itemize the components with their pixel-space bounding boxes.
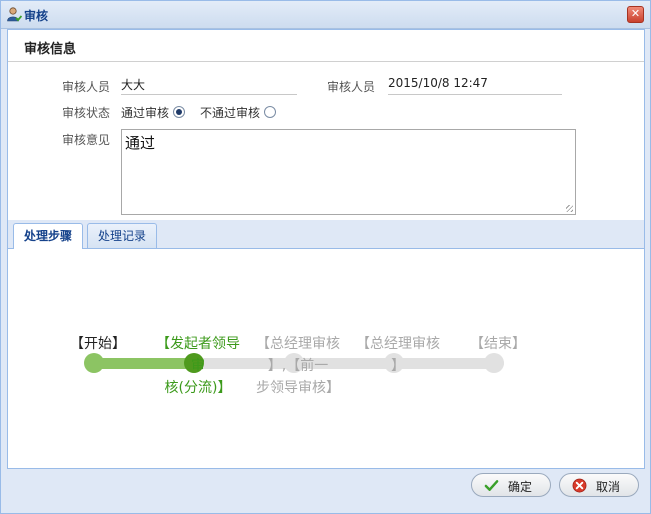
close-button[interactable]: ✕ xyxy=(627,6,644,23)
workflow-node-4[interactable] xyxy=(484,353,504,373)
radio-selected-icon[interactable] xyxy=(172,106,185,118)
audit-time-label: 审核人员 xyxy=(327,80,376,94)
radio-unselected-icon[interactable] xyxy=(263,106,276,118)
tab-steps-label: 处理步骤 xyxy=(24,229,73,243)
opinion-label: 审核意见 xyxy=(62,133,111,147)
cancel-label: 取消 xyxy=(596,480,621,494)
workflow-step-label-3: 【总经理审核】 xyxy=(356,336,440,374)
check-icon xyxy=(484,480,499,491)
dialog-footer: 确定 取消 xyxy=(7,468,643,512)
cancel-icon xyxy=(572,478,587,493)
status-fail-label: 不通过审核 xyxy=(200,106,261,120)
section-header: 审核信息 xyxy=(8,30,644,62)
auditor-field[interactable]: 大大 xyxy=(121,76,297,95)
workflow-node-0[interactable] xyxy=(84,353,104,373)
status-radio-fail[interactable]: 不通过审核 xyxy=(200,104,276,121)
close-icon: ✕ xyxy=(630,7,641,20)
section-title: 审核信息 xyxy=(24,42,77,57)
confirm-button[interactable]: 确定 xyxy=(471,473,551,497)
confirm-label: 确定 xyxy=(508,480,533,494)
audit-dialog: 审核 ✕ 审核信息 审核人员 大大 审核人员 2015/10/8 12:47 审… xyxy=(0,0,651,514)
workflow-step-label-2: 【总经理审核 】,【前一 步领导审核】 xyxy=(256,336,340,396)
auditor-value: 大大 xyxy=(121,78,146,92)
audit-form: 审核人员 大大 审核人员 2015/10/8 12:47 审核状态 通过审核 不… xyxy=(8,62,644,220)
tab-steps[interactable]: 处理步骤 xyxy=(13,223,84,249)
resize-grip-icon[interactable] xyxy=(566,205,573,212)
workflow-step-label-1: 【发起者领导审 核(分流)】 xyxy=(156,336,240,396)
status-radio-pass[interactable]: 通过审核 xyxy=(121,104,185,121)
audit-time-field[interactable]: 2015/10/8 12:47 xyxy=(388,76,562,95)
tab-bar: 处理步骤 处理记录 xyxy=(8,220,644,249)
status-pass-label: 通过审核 xyxy=(121,106,170,120)
main-panel: 审核信息 审核人员 大大 审核人员 2015/10/8 12:47 审核状态 通… xyxy=(7,29,645,469)
opinion-value: 通过 xyxy=(125,134,156,152)
workflow-step-label-4: 【结束】 xyxy=(470,336,526,352)
workflow-panel: 【开始】 【发起者领导审 核(分流)】 【总经理审核 】,【前一 步领导审核】 【总经理审核… xyxy=(8,249,644,468)
title-bar[interactable]: 审核 ✕ xyxy=(1,1,650,29)
cancel-button[interactable]: 取消 xyxy=(559,473,639,497)
window-title: 审核 xyxy=(24,9,49,23)
status-label: 审核状态 xyxy=(62,106,111,120)
audit-time-value: 2015/10/8 12:47 xyxy=(388,76,488,90)
auditor-label: 审核人员 xyxy=(62,80,111,94)
user-icon xyxy=(7,7,22,22)
workflow-step-label-0: 【开始】 xyxy=(70,336,126,352)
opinion-textarea[interactable]: 通过 xyxy=(121,129,576,215)
tab-records[interactable]: 处理记录 xyxy=(87,223,158,248)
tab-records-label: 处理记录 xyxy=(98,229,147,243)
